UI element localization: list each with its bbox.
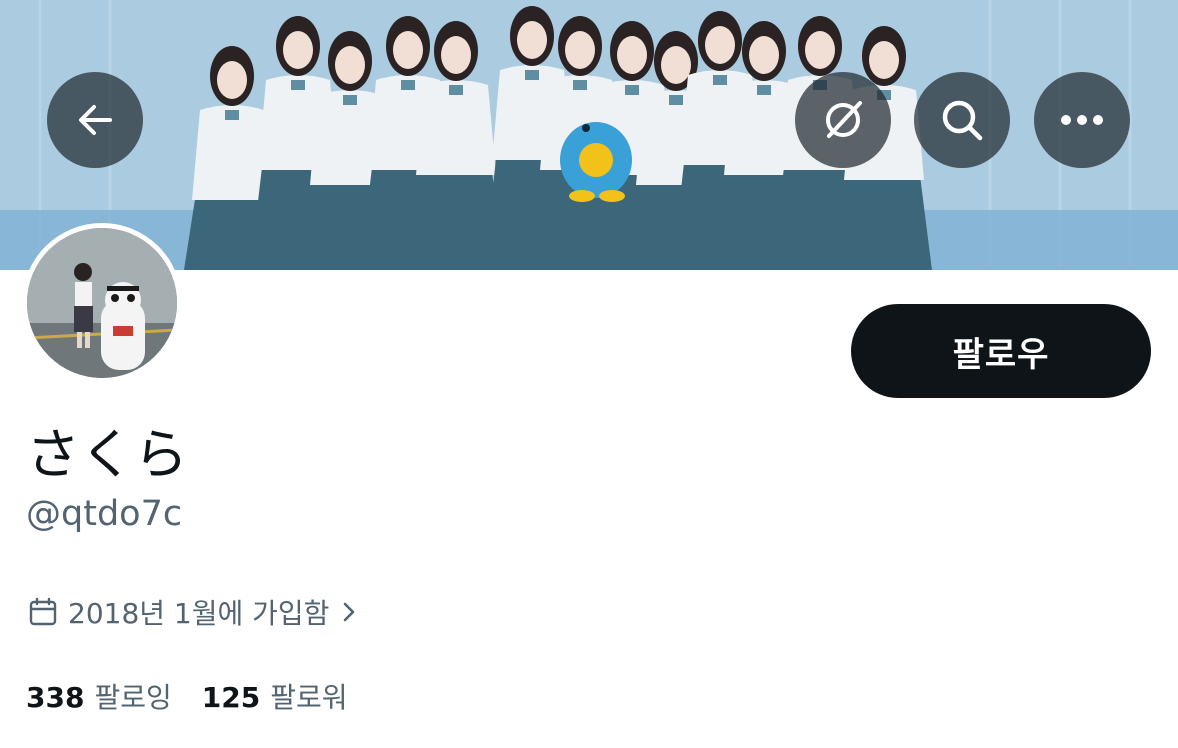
profile-avatar[interactable] <box>22 223 182 383</box>
following-count: 338 <box>26 681 85 714</box>
follow-stats: 338 팔로잉 125 팔로워 <box>26 674 377 718</box>
display-name: さくら <box>26 423 188 486</box>
followers-label: 팔로워 <box>270 681 348 714</box>
banner-figure-shape <box>869 41 899 79</box>
banner-figure-shape <box>669 95 683 105</box>
more-horizontal-icon <box>1061 115 1103 125</box>
banner-figure-shape <box>625 85 639 95</box>
banner-figure-shape <box>283 31 313 69</box>
banner-figure-shape <box>617 36 647 74</box>
user-handle: @qtdo7c <box>26 494 183 534</box>
banner-figure-shape <box>449 85 463 95</box>
banner-figure-shape <box>757 85 771 95</box>
calendar-icon <box>29 597 57 626</box>
more-button[interactable] <box>1034 72 1130 168</box>
following-label: 팔로잉 <box>94 681 172 714</box>
banner-figure-shape <box>393 31 423 69</box>
search-icon <box>942 100 983 141</box>
banner-figure-shape <box>713 75 727 85</box>
banner-figure-shape <box>805 31 835 69</box>
banner-figure-shape <box>661 46 691 84</box>
slash-circle-icon <box>826 101 862 138</box>
banner-figure-shape <box>517 21 547 59</box>
banner-figure-shape <box>291 80 305 90</box>
banner-figure-shape <box>525 70 539 80</box>
banner-figure-shape <box>217 61 247 99</box>
banner-figure-shape <box>573 80 587 90</box>
banner-figure-shape <box>565 31 595 69</box>
banner-figure-shape <box>225 110 239 120</box>
followers-count: 125 <box>201 681 261 714</box>
following-stat[interactable]: 338 팔로잉 <box>26 676 172 716</box>
search-button[interactable] <box>914 72 1010 168</box>
banner-figure-shape <box>441 36 471 74</box>
follow-button[interactable]: 팔로우 <box>851 304 1151 398</box>
banner-figure-shape <box>343 95 357 105</box>
grok-button[interactable] <box>795 72 891 168</box>
arrow-left-icon <box>79 105 112 135</box>
profile-banner[interactable] <box>0 0 1178 270</box>
banner-figure-shape <box>335 46 365 84</box>
avatar-photo <box>27 228 177 378</box>
banner-figure-shape <box>705 26 735 64</box>
banner-figure-shape <box>401 80 415 90</box>
followers-stat[interactable]: 125 팔로워 <box>202 676 348 716</box>
joined-date-text: 2018년 1월에 가입함 <box>68 597 330 630</box>
chevron-right-icon <box>344 602 355 622</box>
back-button[interactable] <box>47 72 143 168</box>
joined-date-row[interactable]: 2018년 1월에 가입함 <box>28 590 359 634</box>
banner-figure-shape <box>749 36 779 74</box>
